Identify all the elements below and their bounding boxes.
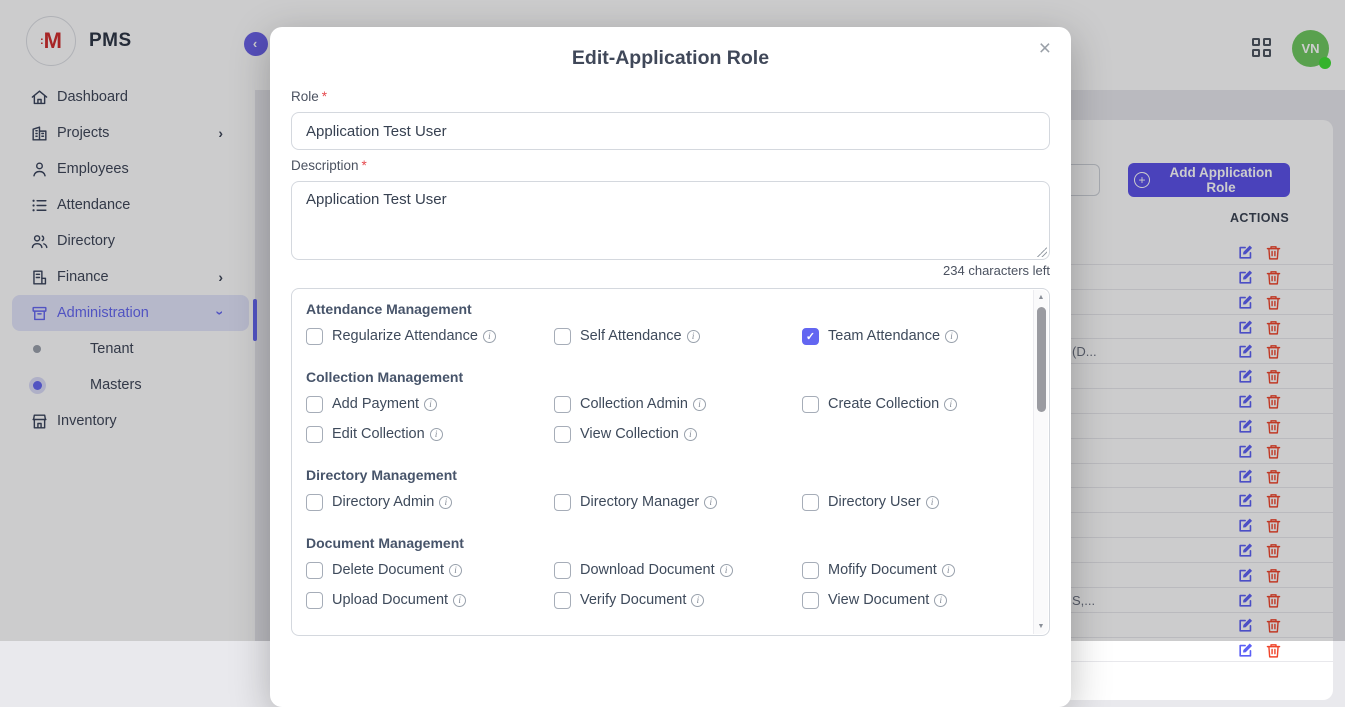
close-icon[interactable]: × [1033,37,1057,60]
required-asterisk: * [322,89,327,104]
permission-view-document[interactable]: ✓ View Document i [802,589,1019,611]
permission-mofify-document[interactable]: ✓ Mofify Document i [802,559,1019,581]
scroll-down-arrow-icon[interactable]: ▼ [1034,623,1048,630]
permission-directory-manager[interactable]: ✓ Directory Manager i [554,491,802,513]
permission-label: View Document [828,592,929,608]
permission-add-payment[interactable]: ✓ Add Payment i [306,393,554,415]
permission-group-collection-management: Collection Management ✓ Add Payment i ✓ Colle… [306,369,1019,445]
checkbox-icon[interactable]: ✓ [306,426,323,443]
role-label: Role* [291,89,1050,105]
scroll-up-arrow-icon[interactable]: ▲ [1034,294,1048,301]
trash-icon[interactable] [1265,642,1282,659]
scrollbar-thumb[interactable] [1037,307,1046,412]
permission-label: Add Payment [332,396,419,412]
checkbox-icon[interactable]: ✓ [554,592,571,609]
permission-upload-document[interactable]: ✓ Upload Document i [306,589,554,611]
checkbox-icon[interactable]: ✓ [554,562,571,579]
checkbox-icon[interactable]: ✓ [554,494,571,511]
description-textarea[interactable]: Application Test User [291,181,1050,260]
info-icon[interactable]: i [453,594,466,607]
permission-group-title: Attendance Management [306,301,1019,319]
modal-title: Edit-Application Role [270,47,1071,70]
permission-label: Upload Document [332,592,448,608]
checkbox-icon[interactable]: ✓ [306,396,323,413]
permission-download-document[interactable]: ✓ Download Document i [554,559,802,581]
info-icon[interactable]: i [483,330,496,343]
permission-label: Create Collection [828,396,939,412]
permission-label: Collection Admin [580,396,688,412]
permission-group-attendance-management: Attendance Management ✓ Regularize Attenda… [306,301,1019,347]
description-label: Description* [291,158,1050,174]
info-icon[interactable]: i [691,594,704,607]
checkbox-icon[interactable]: ✓ [306,494,323,511]
permission-collection-admin[interactable]: ✓ Collection Admin i [554,393,802,415]
permission-group-title: Directory Management [306,467,1019,485]
checkbox-icon[interactable]: ✓ [306,592,323,609]
permission-label: View Collection [580,426,679,442]
permission-label: Self Attendance [580,328,682,344]
checkbox-icon[interactable]: ✓ [802,396,819,413]
permission-delete-document[interactable]: ✓ Delete Document i [306,559,554,581]
permission-team-attendance[interactable]: ✓ Team Attendance i [802,325,1019,347]
permission-edit-collection[interactable]: ✓ Edit Collection i [306,423,554,445]
permission-label: Team Attendance [828,328,940,344]
info-icon[interactable]: i [934,594,947,607]
permission-label: Directory Manager [580,494,699,510]
info-icon[interactable]: i [944,398,957,411]
permission-label: Mofify Document [828,562,937,578]
checkbox-icon[interactable]: ✓ [802,328,819,345]
info-icon[interactable]: i [720,564,733,577]
modal-body: Role* Description* Application Test User… [270,89,1071,636]
checkbox-icon[interactable]: ✓ [306,328,323,345]
checkbox-icon[interactable]: ✓ [802,562,819,579]
characters-left-counter: 234 characters left [291,263,1050,279]
checkbox-icon[interactable]: ✓ [306,562,323,579]
table-row [1060,638,1333,663]
scrollbar[interactable]: ▲ ▼ [1033,290,1048,634]
info-icon[interactable]: i [439,496,452,509]
permission-regularize-attendance[interactable]: ✓ Regularize Attendance i [306,325,554,347]
permission-group-title: Collection Management [306,369,1019,387]
checkbox-icon[interactable]: ✓ [802,494,819,511]
info-icon[interactable]: i [424,398,437,411]
checkbox-icon[interactable]: ✓ [802,592,819,609]
permission-verify-document[interactable]: ✓ Verify Document i [554,589,802,611]
permission-label: Directory Admin [332,494,434,510]
permissions-panel: Attendance Management ✓ Regularize Attenda… [291,288,1050,636]
permission-self-attendance[interactable]: ✓ Self Attendance i [554,325,802,347]
permission-create-collection[interactable]: ✓ Create Collection i [802,393,1019,415]
checkbox-icon[interactable]: ✓ [554,328,571,345]
permission-directory-user[interactable]: ✓ Directory User i [802,491,1019,513]
edit-application-role-modal: × Edit-Application Role Role* Descriptio… [270,27,1071,707]
info-icon[interactable]: i [684,428,697,441]
info-icon[interactable]: i [704,496,717,509]
info-icon[interactable]: i [945,330,958,343]
permission-label: Verify Document [580,592,686,608]
info-icon[interactable]: i [693,398,706,411]
permission-label: Regularize Attendance [332,328,478,344]
permission-view-collection[interactable]: ✓ View Collection i [554,423,802,445]
checkbox-icon[interactable]: ✓ [554,396,571,413]
permission-directory-admin[interactable]: ✓ Directory Admin i [306,491,554,513]
info-icon[interactable]: i [942,564,955,577]
role-input[interactable] [291,112,1050,150]
permission-label: Edit Collection [332,426,425,442]
permission-label: Download Document [580,562,715,578]
permission-label: Directory User [828,494,921,510]
checkbox-icon[interactable]: ✓ [554,426,571,443]
required-asterisk: * [362,158,367,173]
permission-group-title: Document Management [306,535,1019,553]
permission-group-document-management: Document Management ✓ Delete Document i ✓ Dow… [306,535,1019,611]
checkmark-icon: ✓ [806,330,815,343]
info-icon[interactable]: i [449,564,462,577]
permission-label: Delete Document [332,562,444,578]
permission-group-directory-management: Directory Management ✓ Directory Admin i ✓ Di… [306,467,1019,513]
info-icon[interactable]: i [430,428,443,441]
info-icon[interactable]: i [687,330,700,343]
edit-icon[interactable] [1237,642,1254,659]
info-icon[interactable]: i [926,496,939,509]
